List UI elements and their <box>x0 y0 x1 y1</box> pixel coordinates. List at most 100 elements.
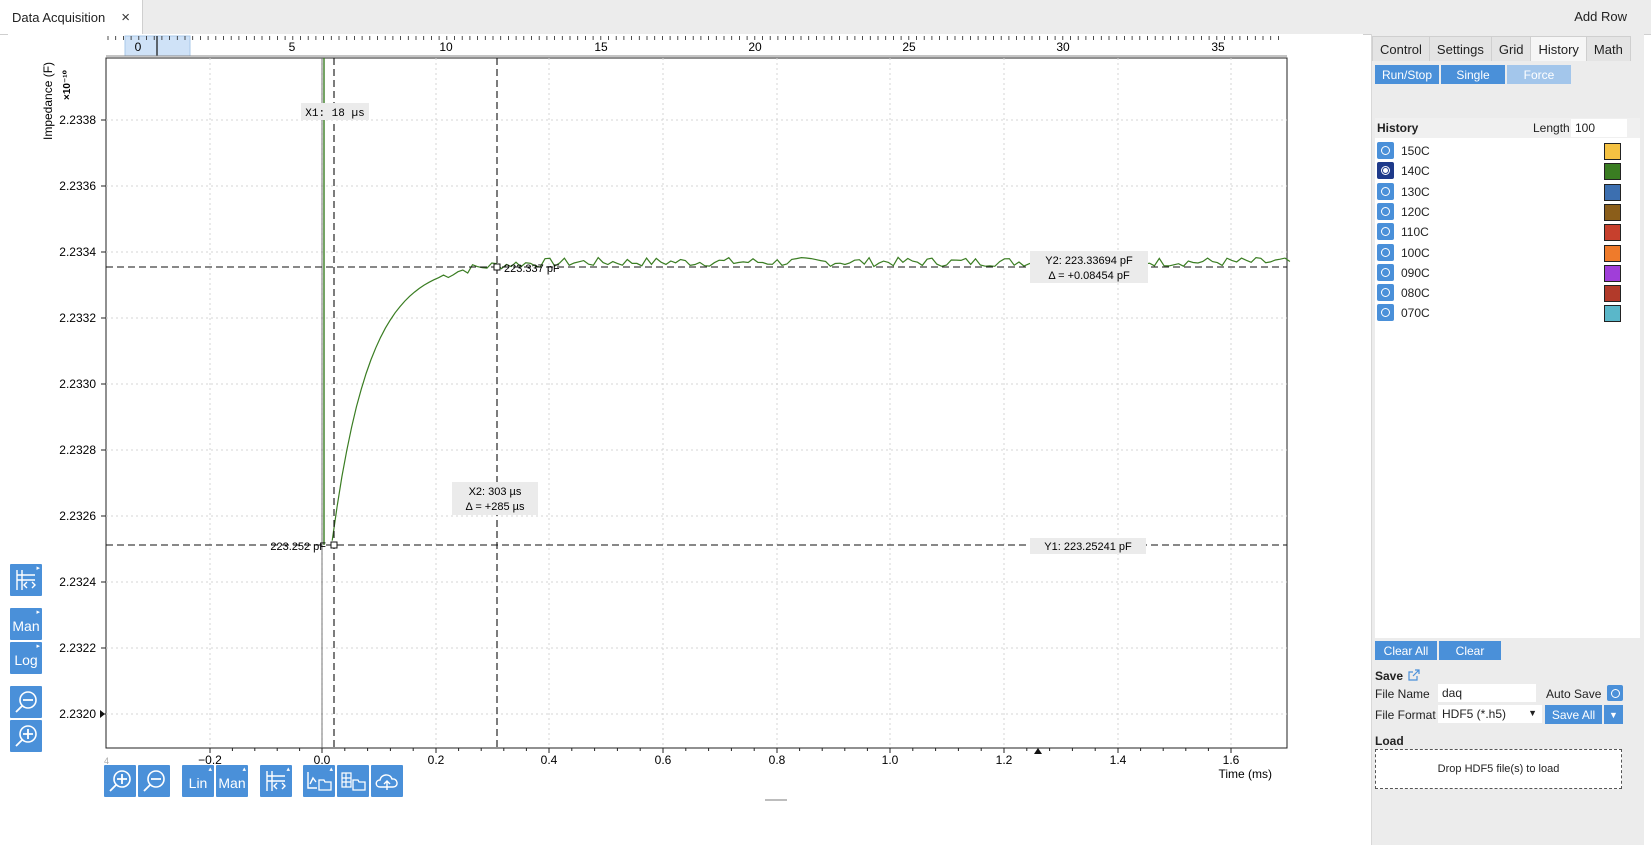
cursor-y2-delta: Δ = +0.08454 pF <box>1048 270 1130 282</box>
load-dropzone[interactable]: Drop HDF5 file(s) to load <box>1375 749 1622 789</box>
plot-canvas[interactable]: 0 5 10 15 20 25 30 35 2.23202.23222.23242.23262… <box>8 34 1363 845</box>
load-title: Load <box>1375 734 1404 748</box>
history-color-swatch[interactable] <box>1604 224 1621 242</box>
panel-tabs: Control Settings Grid History Math <box>1372 36 1631 61</box>
history-row[interactable]: 130C <box>1375 182 1640 202</box>
tab-math[interactable]: Math <box>1585 36 1631 61</box>
tab-settings[interactable]: Settings <box>1428 36 1492 61</box>
y-axis-marker <box>100 710 105 718</box>
export-plot-button[interactable]: ▴ <box>303 765 335 797</box>
splitter-handle[interactable] <box>765 799 787 801</box>
history-select-radio[interactable] <box>1377 182 1394 200</box>
history-color-swatch[interactable] <box>1604 183 1621 201</box>
x-axis-label: Time (ms) <box>1218 767 1272 781</box>
x-zoom-out-button[interactable] <box>138 765 170 797</box>
overview-tick-label: 15 <box>594 40 608 54</box>
history-select-radio[interactable] <box>1377 304 1394 322</box>
tab-grid[interactable]: Grid <box>1490 36 1532 61</box>
save-title: Save <box>1375 669 1404 683</box>
tab-data-acquisition[interactable]: Data Acquisition × <box>0 0 143 34</box>
side-panel: Control Settings Grid History Math Run/Stop … <box>1371 34 1644 845</box>
x-tick-label: 1.2 <box>996 753 1013 767</box>
close-icon[interactable]: × <box>121 9 130 26</box>
history-select-radio[interactable] <box>1377 142 1394 159</box>
history-select-radio[interactable] <box>1377 243 1394 261</box>
history-color-swatch[interactable] <box>1604 143 1621 160</box>
y-axis-label: Impedance (F) <box>41 62 55 140</box>
history-select-radio[interactable] <box>1377 223 1394 241</box>
history-select-radio[interactable] <box>1377 284 1394 302</box>
cursor-x2-label: X2: 303 µs <box>469 486 522 498</box>
point-high-label: 223.337 pF <box>504 263 560 275</box>
x-range-mode-label: Man <box>218 775 246 791</box>
y-range-mode-label: Man <box>12 618 40 634</box>
cursor-x1-label: X1: 18 µs <box>305 108 364 120</box>
add-row-button[interactable]: Add Row <box>1574 9 1627 24</box>
y-tick-label: 2.2320 <box>59 707 96 721</box>
y-range-mode-button[interactable]: Man ▸ <box>10 608 42 640</box>
history-color-swatch[interactable] <box>1604 264 1621 282</box>
y-scale-mode-button[interactable]: Log ▸ <box>10 642 42 674</box>
x-axis-scale-button[interactable]: ▴ <box>260 765 292 797</box>
tab-history[interactable]: History <box>1530 36 1587 61</box>
auto-save-label: Auto Save <box>1546 687 1602 701</box>
y-zoom-in-button[interactable] <box>10 720 42 752</box>
history-row[interactable]: 070C <box>1375 303 1640 323</box>
point-low-marker <box>330 541 338 549</box>
grid-arrows-icon <box>266 771 286 791</box>
history-label: 080C <box>1401 286 1430 301</box>
y-tick-label: 2.2322 <box>59 641 96 655</box>
grid-arrows-icon <box>16 570 36 590</box>
x-tick-label: 0.8 <box>769 753 786 767</box>
force-button[interactable]: Force <box>1507 65 1571 84</box>
run-stop-button[interactable]: Run/Stop <box>1375 65 1439 84</box>
y-scale-mode-label: Log <box>14 652 38 668</box>
history-row[interactable]: 140C <box>1375 161 1640 181</box>
history-row[interactable]: 090C <box>1375 263 1640 283</box>
plot-area[interactable] <box>105 57 1288 749</box>
tab-title: Data Acquisition <box>12 9 106 25</box>
history-row[interactable]: 150C <box>1375 141 1640 161</box>
auto-save-toggle[interactable] <box>1607 685 1623 701</box>
clear-button[interactable]: Clear <box>1439 641 1501 660</box>
cursor-x2-delta: Δ = +285 µs <box>466 501 525 513</box>
history-color-swatch[interactable] <box>1604 285 1621 303</box>
history-row[interactable]: 100C <box>1375 243 1640 263</box>
cursor-y1-label: Y1: 223.25241 pF <box>1044 541 1132 553</box>
x-tick-label: 0.6 <box>655 753 672 767</box>
history-select-radio[interactable] <box>1377 263 1394 281</box>
save-all-button[interactable]: Save All <box>1545 705 1602 724</box>
history-color-swatch[interactable] <box>1604 203 1621 221</box>
history-select-radio[interactable] <box>1377 202 1394 220</box>
history-label: 120C <box>1401 204 1430 219</box>
history-color-swatch[interactable] <box>1604 163 1621 181</box>
history-color-swatch[interactable] <box>1604 305 1621 323</box>
x-zoom-in-button[interactable] <box>104 765 136 797</box>
point-low-label: 223.252 pF <box>270 541 326 553</box>
history-length-input[interactable]: 100 <box>1571 119 1627 137</box>
overview-tick-label: 10 <box>439 40 453 54</box>
history-select-radio[interactable] <box>1377 162 1394 180</box>
upload-cloud-button[interactable] <box>371 765 403 797</box>
history-color-swatch[interactable] <box>1604 244 1621 262</box>
x-range-mode-button[interactable]: Man ▴ <box>216 765 248 797</box>
clear-all-button[interactable]: Clear All <box>1375 641 1437 660</box>
file-format-select[interactable]: HDF5 (*.h5) ▼ <box>1438 705 1542 723</box>
save-options-chevron-icon[interactable]: ▼ <box>1604 705 1623 724</box>
x-scale-mode-button[interactable]: Lin ▴ <box>182 765 214 797</box>
history-row[interactable]: 120C <box>1375 202 1640 222</box>
history-row[interactable]: 110C <box>1375 222 1640 242</box>
y-tick-label: 2.2330 <box>59 377 96 391</box>
zoom-in-icon <box>109 770 131 792</box>
file-name-label: File Name <box>1375 687 1430 701</box>
axis-scale-button[interactable]: ▸ <box>10 564 42 596</box>
y-zoom-out-button[interactable] <box>10 686 42 718</box>
x-tick-label: 1.0 <box>882 753 899 767</box>
external-link-icon[interactable] <box>1408 669 1420 681</box>
tab-control[interactable]: Control <box>1372 36 1430 61</box>
file-name-input[interactable]: daq <box>1438 684 1536 702</box>
history-row[interactable]: 080C <box>1375 283 1640 303</box>
single-button[interactable]: Single <box>1441 65 1505 84</box>
history-length-label: Length <box>1533 121 1570 135</box>
export-data-button[interactable] <box>337 765 369 797</box>
